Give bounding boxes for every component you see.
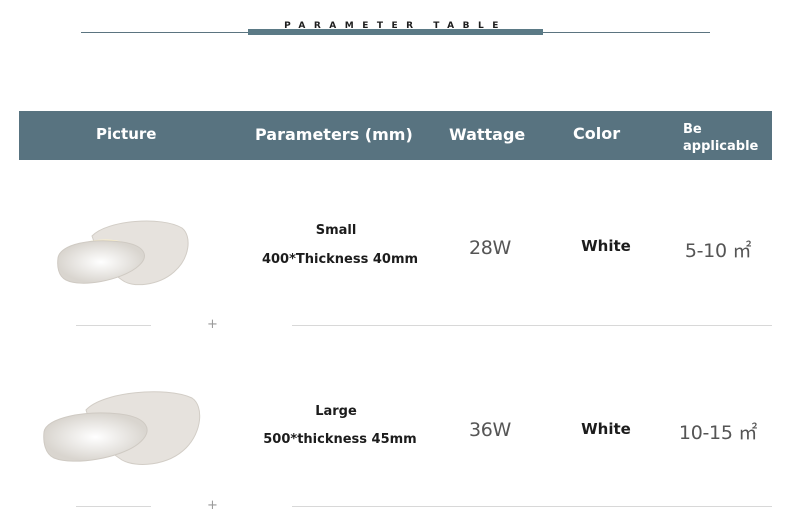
page-title: PARAMETER TABLE xyxy=(284,21,507,31)
row-size: Small xyxy=(315,223,357,238)
header-picture: Picture xyxy=(96,125,157,143)
row-dimensions: 400*Thickness 40mm xyxy=(261,252,419,267)
divider xyxy=(292,325,772,326)
header-wattage: Wattage xyxy=(449,125,526,144)
divider xyxy=(292,506,772,507)
lamp-image-small xyxy=(57,220,189,286)
header-applicable: Be applicable xyxy=(683,122,759,154)
header-color: Color xyxy=(573,124,621,143)
row-area: 10-15 ㎡ xyxy=(678,422,758,444)
row-area: 5-10 ㎡ xyxy=(684,240,752,262)
row-color: White xyxy=(581,237,631,255)
row-size: Large xyxy=(315,404,357,419)
row-wattage: 28W xyxy=(468,237,512,259)
divider xyxy=(76,506,151,507)
table-header: Picture Parameters (mm) Wattage Color Be… xyxy=(19,111,772,160)
divider xyxy=(76,325,151,326)
header-parameters: Parameters (mm) xyxy=(255,125,413,144)
row-wattage: 36W xyxy=(468,419,512,441)
plus-icon: + xyxy=(207,498,218,513)
plus-icon: + xyxy=(207,317,218,332)
row-color: White xyxy=(581,420,631,438)
lamp-image-large xyxy=(43,391,201,465)
row-dimensions: 500*thickness 45mm xyxy=(263,432,417,447)
